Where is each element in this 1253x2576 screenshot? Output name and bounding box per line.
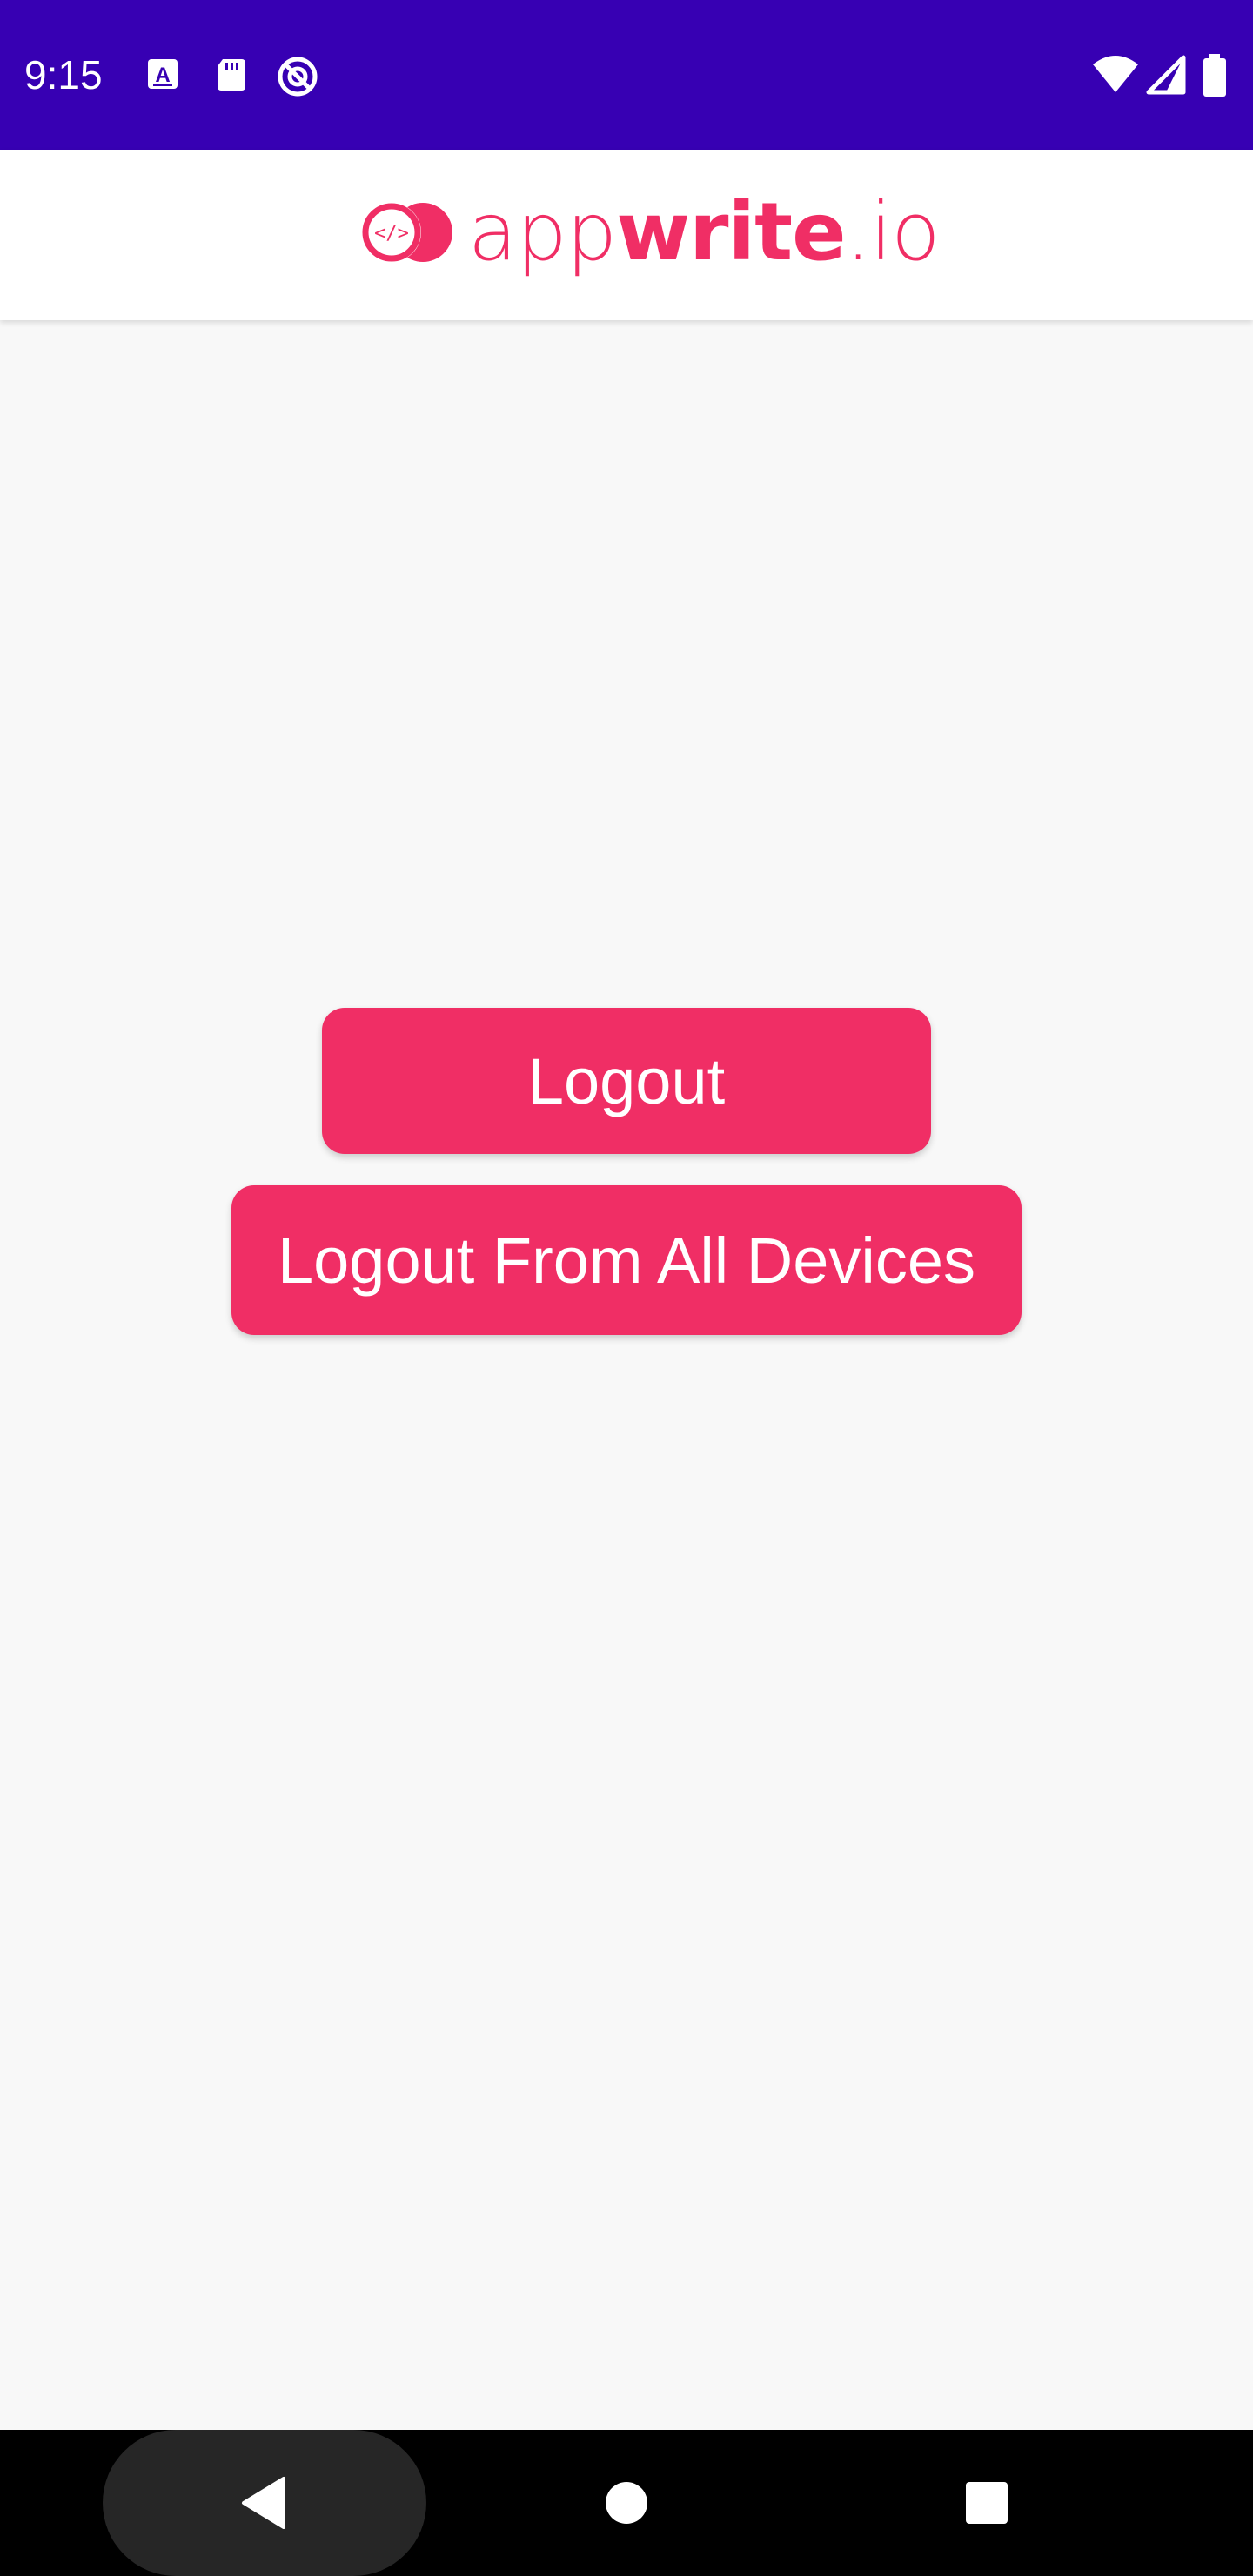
wifi-icon xyxy=(1091,54,1140,96)
svg-text:A: A xyxy=(155,64,170,87)
status-time: 9:15 xyxy=(24,52,103,97)
appwrite-logo-mark-icon: </> xyxy=(362,203,452,262)
recents-button[interactable] xyxy=(943,2459,1030,2546)
svg-text:</>: </> xyxy=(374,223,409,245)
cellular-signal-icon xyxy=(1145,54,1187,96)
logout-button[interactable]: Logout xyxy=(322,1008,931,1154)
appwrite-logo-text: appwrite.io xyxy=(468,189,941,276)
logo-text-tld: .io xyxy=(845,185,940,278)
appwrite-logo: </> appwrite.io xyxy=(358,184,941,280)
back-button[interactable] xyxy=(221,2459,308,2546)
do-not-disturb-icon xyxy=(275,54,318,97)
keyboard-a-icon: A xyxy=(143,54,184,96)
logout-all-devices-button[interactable]: Logout From All Devices xyxy=(231,1185,1022,1335)
navigation-bar xyxy=(0,2430,1253,2576)
sd-card-icon xyxy=(211,54,252,96)
battery-icon xyxy=(1201,54,1232,97)
home-button[interactable] xyxy=(583,2459,670,2546)
back-icon xyxy=(242,2477,285,2529)
screen: 9:15 A </> appwrite.io Logout Logout Fro… xyxy=(0,0,1253,2576)
logo-text-write: write xyxy=(616,185,846,278)
app-bar: </> appwrite.io xyxy=(0,150,1253,320)
home-icon xyxy=(606,2482,647,2524)
recents-icon xyxy=(966,2482,1008,2524)
status-bar: 9:15 A xyxy=(0,0,1253,150)
logo-text-app: app xyxy=(468,185,617,278)
